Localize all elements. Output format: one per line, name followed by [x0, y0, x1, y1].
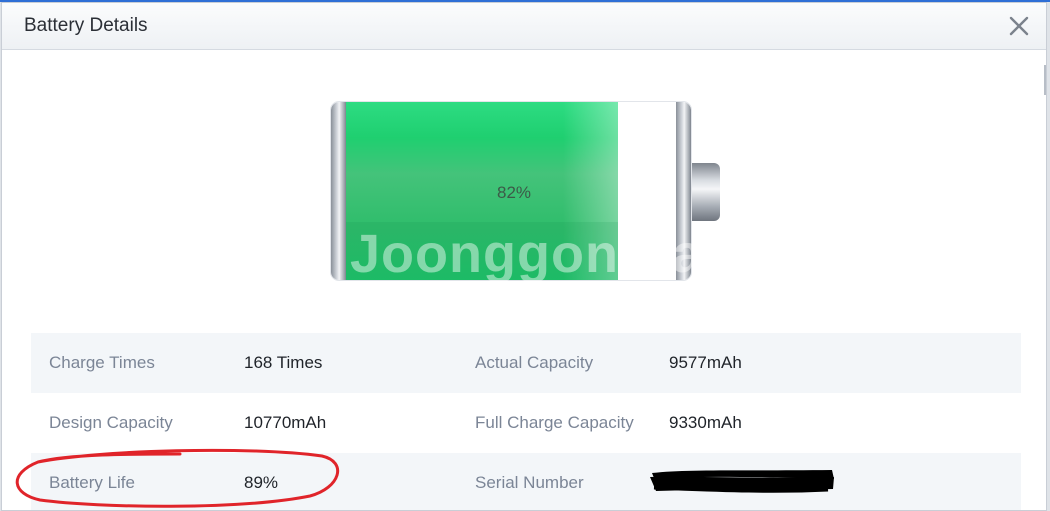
battery-details-dialog: Battery Details 82% Joonggonara Charge T… — [1, 2, 1047, 511]
battery-details-table: Charge Times 168 Times Actual Capacity 9… — [31, 333, 1021, 510]
serial-number-label: Serial Number — [475, 473, 584, 492]
dialog-title: Battery Details — [24, 15, 148, 36]
dialog-titlebar: Battery Details — [2, 3, 1046, 50]
battery-life-label: Battery Life — [49, 473, 135, 492]
table-row: Design Capacity 10770mAh Full Charge Cap… — [31, 393, 1021, 453]
close-button[interactable] — [1006, 13, 1032, 39]
battery-life-value: 89% — [244, 473, 279, 492]
close-icon — [1009, 16, 1029, 36]
actual-capacity-label: Actual Capacity — [475, 353, 594, 372]
full-charge-capacity-label: Full Charge Capacity — [475, 413, 634, 432]
table-row: Charge Times 168 Times Actual Capacity 9… — [31, 333, 1021, 393]
serial-redaction-scribble — [650, 470, 834, 493]
design-capacity-label: Design Capacity — [49, 413, 173, 432]
actual-capacity-value: 9577mAh — [669, 353, 742, 372]
table-row: Battery Life 89% Serial Number — [31, 453, 1021, 510]
full-charge-capacity-value: 9330mAh — [669, 413, 742, 432]
design-capacity-value: 10770mAh — [244, 413, 327, 432]
watermark-text: Joonggonara — [350, 224, 704, 284]
charge-times-label: Charge Times — [49, 353, 155, 372]
battery-percent-label: 82% — [496, 183, 532, 202]
scrollbar-edge[interactable] — [1044, 65, 1046, 95]
charge-times-value: 168 Times — [244, 353, 323, 372]
